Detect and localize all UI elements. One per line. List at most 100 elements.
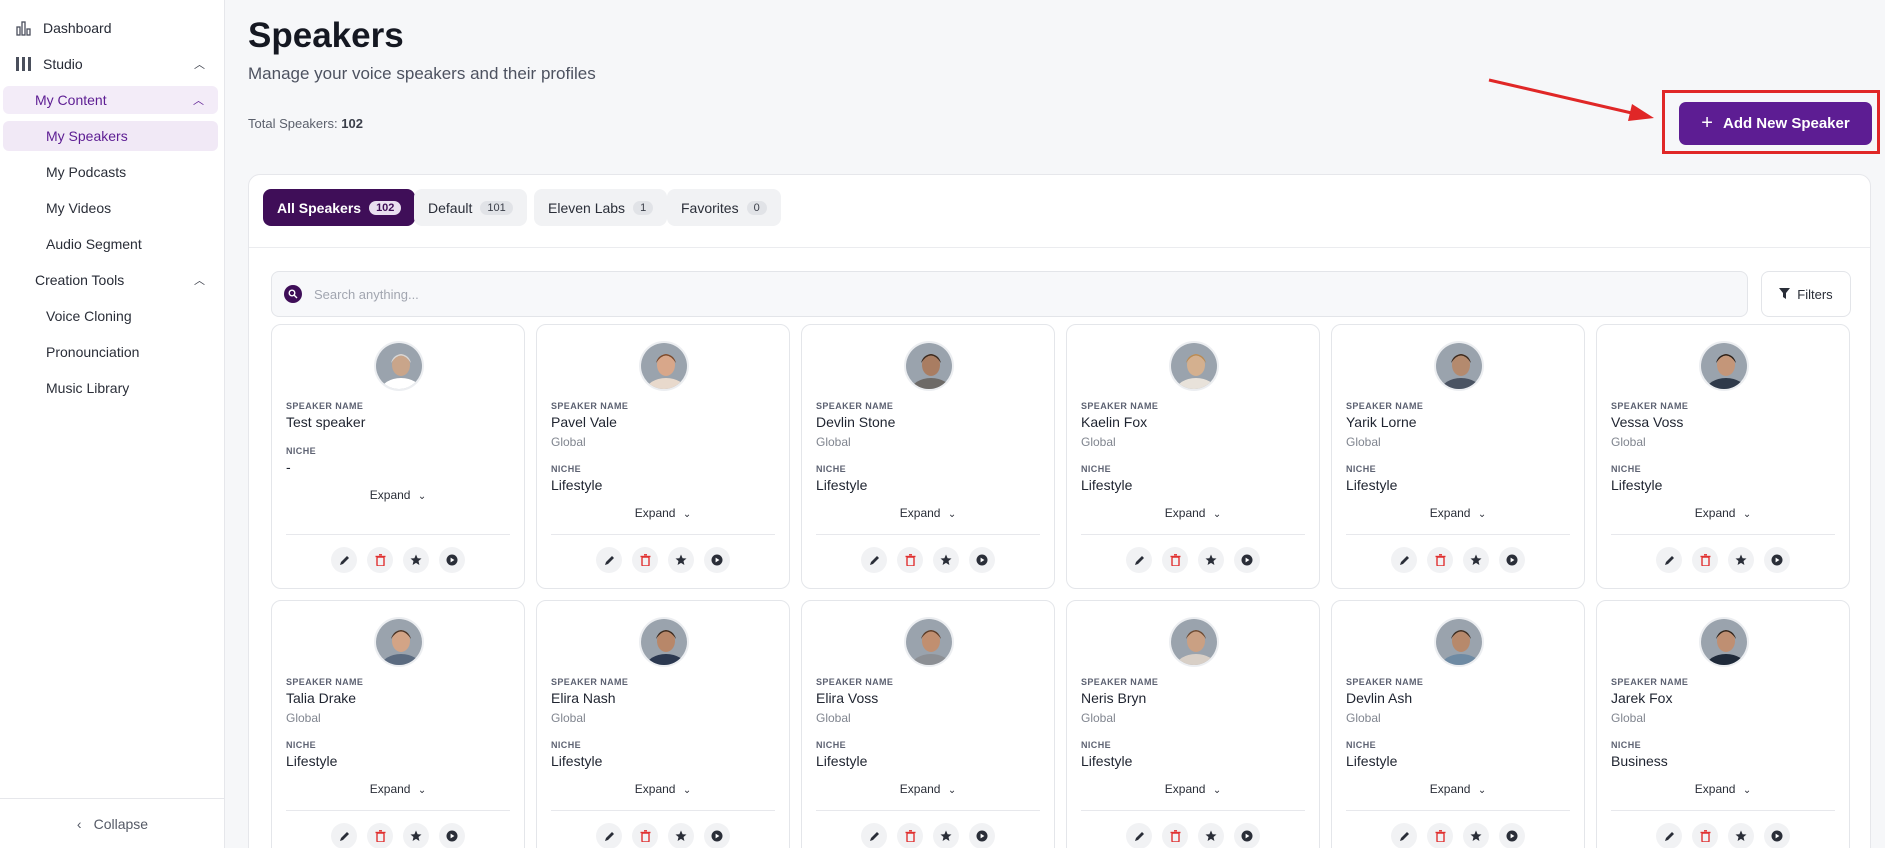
delete-button[interactable] xyxy=(1692,547,1718,573)
delete-button[interactable] xyxy=(367,823,393,848)
favorite-button[interactable] xyxy=(1463,823,1489,848)
favorite-button[interactable] xyxy=(403,823,429,848)
edit-button[interactable] xyxy=(1391,547,1417,573)
favorite-button[interactable] xyxy=(1198,547,1224,573)
expand-toggle[interactable]: Expand ⌄ xyxy=(1067,506,1319,520)
edit-button[interactable] xyxy=(861,547,887,573)
delete-button[interactable] xyxy=(1162,547,1188,573)
tab-default[interactable]: Default 101 xyxy=(414,189,527,226)
play-button[interactable] xyxy=(1499,823,1525,848)
expand-label: Expand xyxy=(1164,506,1206,520)
edit-button[interactable] xyxy=(1656,547,1682,573)
speaker-card[interactable]: SPEAKER NAME Devlin Stone Global NICHE L… xyxy=(801,324,1055,589)
edit-button[interactable] xyxy=(1126,823,1152,848)
tabs-bar: All Speakers 102 Default 101 Eleven Labs… xyxy=(249,175,1870,248)
tab-all-speakers[interactable]: All Speakers 102 xyxy=(263,189,416,226)
expand-toggle[interactable]: Expand ⌄ xyxy=(1332,782,1584,796)
play-button[interactable] xyxy=(1764,547,1790,573)
expand-toggle[interactable]: Expand ⌄ xyxy=(1597,506,1849,520)
sidebar-item-my-videos[interactable]: My Videos xyxy=(46,193,111,223)
sidebar-item-music-library[interactable]: Music Library xyxy=(46,373,129,403)
delete-button[interactable] xyxy=(897,823,923,848)
edit-button[interactable] xyxy=(861,823,887,848)
sidebar-item-studio[interactable]: Studio ︿ xyxy=(15,49,205,79)
tab-eleven-labs[interactable]: Eleven Labs 1 xyxy=(534,189,668,226)
sidebar-item-label: Creation Tools xyxy=(35,272,125,288)
speaker-card[interactable]: SPEAKER NAME Vessa Voss Global NICHE Lif… xyxy=(1596,324,1850,589)
speaker-card[interactable]: SPEAKER NAME Elira Voss Global NICHE Lif… xyxy=(801,600,1055,848)
play-button[interactable] xyxy=(439,547,465,573)
speaker-card[interactable]: SPEAKER NAME Talia Drake Global NICHE Li… xyxy=(271,600,525,848)
delete-button[interactable] xyxy=(897,547,923,573)
expand-toggle[interactable]: Expand ⌄ xyxy=(802,782,1054,796)
search-input[interactable] xyxy=(314,286,1694,302)
play-button[interactable] xyxy=(704,823,730,848)
favorite-button[interactable] xyxy=(1728,823,1754,848)
sidebar-item-pronounciation[interactable]: Pronounciation xyxy=(46,337,139,367)
speaker-card[interactable]: SPEAKER NAME Devlin Ash Global NICHE Lif… xyxy=(1331,600,1585,848)
add-new-speaker-button[interactable]: + Add New Speaker xyxy=(1679,102,1872,145)
favorite-button[interactable] xyxy=(1728,547,1754,573)
play-button[interactable] xyxy=(439,823,465,848)
expand-toggle[interactable]: Expand ⌄ xyxy=(802,506,1054,520)
speaker-card[interactable]: SPEAKER NAME Jarek Fox Global NICHE Busi… xyxy=(1596,600,1850,848)
favorite-button[interactable] xyxy=(933,823,959,848)
delete-button[interactable] xyxy=(367,547,393,573)
niche-label: NICHE xyxy=(1611,740,1642,750)
sidebar-item-audio-segment[interactable]: Audio Segment xyxy=(46,229,142,259)
speaker-card[interactable]: SPEAKER NAME Test speaker NICHE - Expand… xyxy=(271,324,525,589)
play-button[interactable] xyxy=(969,547,995,573)
edit-button[interactable] xyxy=(331,823,357,848)
speaker-name: Pavel Vale xyxy=(551,414,617,430)
edit-button[interactable] xyxy=(1126,547,1152,573)
play-button[interactable] xyxy=(1234,547,1260,573)
edit-button[interactable] xyxy=(596,823,622,848)
play-button[interactable] xyxy=(1234,823,1260,848)
favorite-button[interactable] xyxy=(668,823,694,848)
expand-toggle[interactable]: Expand ⌄ xyxy=(1597,782,1849,796)
sidebar-item-my-podcasts[interactable]: My Podcasts xyxy=(46,157,126,187)
speaker-card[interactable]: SPEAKER NAME Kaelin Fox Global NICHE Lif… xyxy=(1066,324,1320,589)
sidebar-item-dashboard[interactable]: Dashboard xyxy=(15,13,112,43)
favorite-button[interactable] xyxy=(1198,823,1224,848)
sidebar-item-my-content[interactable]: My Content ︿ xyxy=(3,86,218,114)
speaker-card[interactable]: SPEAKER NAME Yarik Lorne Global NICHE Li… xyxy=(1331,324,1585,589)
expand-toggle[interactable]: Expand ⌄ xyxy=(272,488,524,502)
sidebar-item-my-speakers[interactable]: My Speakers xyxy=(3,121,218,151)
edit-button[interactable] xyxy=(1391,823,1417,848)
edit-button[interactable] xyxy=(331,547,357,573)
favorite-button[interactable] xyxy=(668,547,694,573)
delete-button[interactable] xyxy=(1162,823,1188,848)
sidebar-item-label: Voice Cloning xyxy=(46,308,132,324)
play-button[interactable] xyxy=(1499,547,1525,573)
play-button[interactable] xyxy=(1764,823,1790,848)
expand-toggle[interactable]: Expand ⌄ xyxy=(1332,506,1584,520)
sidebar-item-creation-tools[interactable]: Creation Tools ︿ xyxy=(35,265,205,295)
delete-button[interactable] xyxy=(632,823,658,848)
expand-toggle[interactable]: Expand ⌄ xyxy=(537,782,789,796)
expand-toggle[interactable]: Expand ⌄ xyxy=(1067,782,1319,796)
delete-button[interactable] xyxy=(1427,823,1453,848)
delete-button[interactable] xyxy=(1692,823,1718,848)
favorite-button[interactable] xyxy=(403,547,429,573)
sidebar-item-label: My Speakers xyxy=(46,128,128,144)
expand-toggle[interactable]: Expand ⌄ xyxy=(537,506,789,520)
delete-button[interactable] xyxy=(1427,547,1453,573)
sidebar-item-voice-cloning[interactable]: Voice Cloning xyxy=(46,301,132,331)
delete-button[interactable] xyxy=(632,547,658,573)
collapse-button[interactable]: ‹ Collapse xyxy=(0,798,225,848)
edit-button[interactable] xyxy=(1656,823,1682,848)
speaker-card[interactable]: SPEAKER NAME Elira Nash Global NICHE Lif… xyxy=(536,600,790,848)
expand-toggle[interactable]: Expand ⌄ xyxy=(272,782,524,796)
speaker-card[interactable]: SPEAKER NAME Pavel Vale Global NICHE Lif… xyxy=(536,324,790,589)
edit-button[interactable] xyxy=(596,547,622,573)
tab-favorites[interactable]: Favorites 0 xyxy=(667,189,781,226)
favorite-button[interactable] xyxy=(1463,547,1489,573)
speaker-card[interactable]: SPEAKER NAME Neris Bryn Global NICHE Lif… xyxy=(1066,600,1320,848)
speaker-name-label: SPEAKER NAME xyxy=(1081,401,1159,411)
play-button[interactable] xyxy=(704,547,730,573)
play-button[interactable] xyxy=(969,823,995,848)
filters-button[interactable]: Filters xyxy=(1761,271,1851,317)
niche-label: NICHE xyxy=(1081,464,1112,474)
favorite-button[interactable] xyxy=(933,547,959,573)
